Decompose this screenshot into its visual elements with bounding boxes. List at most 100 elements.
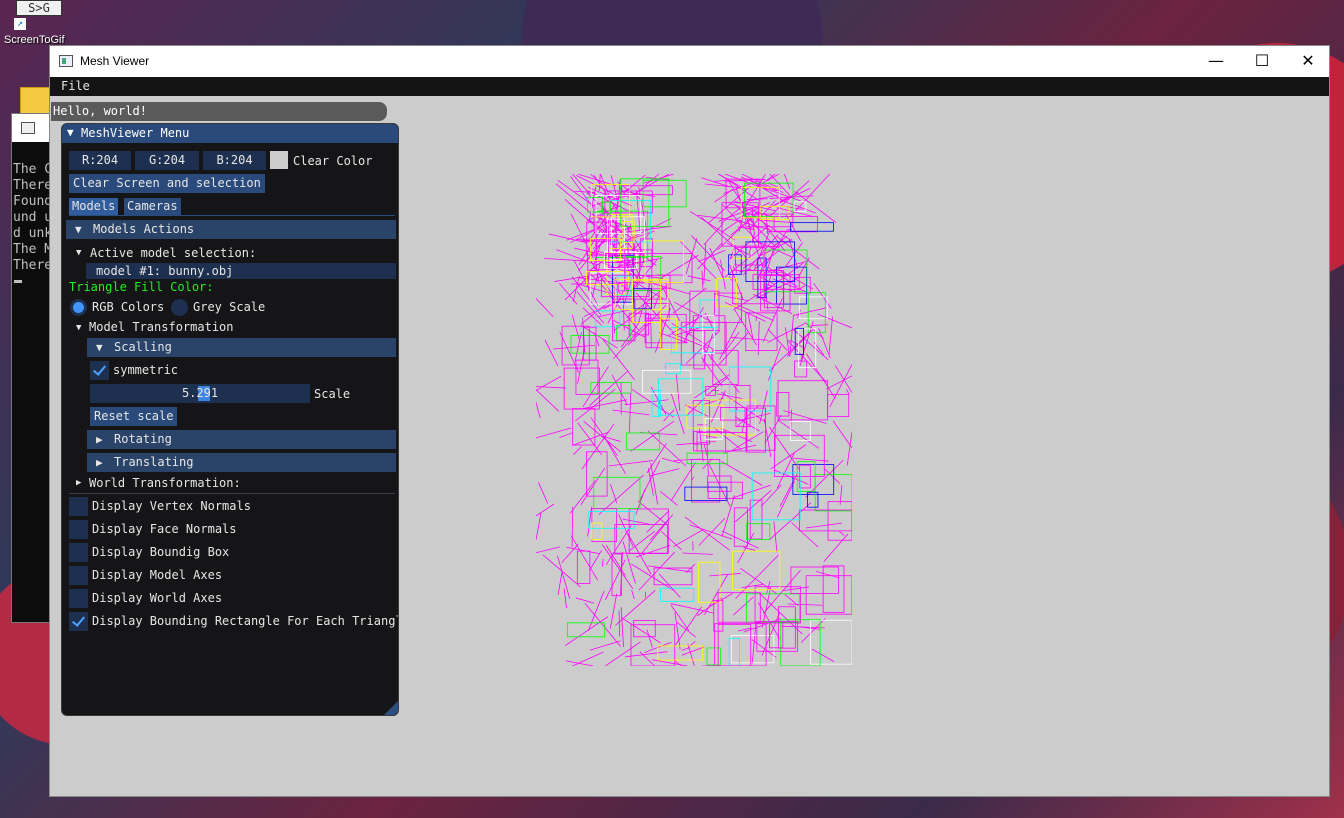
radio-grey-scale[interactable] [171,299,188,316]
mesh-edge [582,366,609,408]
face-normals-checkbox[interactable] [69,520,88,539]
clear-color-b-field[interactable]: B:204 [203,151,266,170]
close-button[interactable]: ✕ [1285,46,1331,77]
rotating-header[interactable]: ▶ Rotating [87,430,396,449]
screentogif-icon: S>G [16,0,62,16]
translating-header[interactable]: ▶ Translating [87,453,396,472]
grey-scale-label: Grey Scale [193,300,266,314]
triangle-bounding-rect [732,550,781,591]
screentogif-desktop-icon[interactable]: S>G ↗ ScreenToGif [4,0,66,48]
mesh-edge [609,593,618,629]
mesh-edge [828,316,833,356]
mesh-edge [817,313,852,329]
mesh-edge [565,616,609,646]
mesh-edge [721,495,735,537]
mesh-edge [698,517,726,546]
triangle-bounding-rect [805,575,852,615]
mesh-edge [768,345,782,381]
triangle-bounding-rect [822,565,845,613]
mesh-edge [774,469,809,485]
triangle-bounding-rect [790,222,834,232]
window-titlebar[interactable]: Mesh Viewer — ☐ ✕ [50,46,1329,77]
mesh-edge [602,339,635,381]
mesh-edge [701,270,704,291]
mesh-edge [650,519,669,541]
clear-color-r-field[interactable]: R:204 [69,151,131,170]
mesh-edge [580,324,618,349]
mesh-edge [691,476,695,481]
scaling-header[interactable]: ▼ Scalling [87,338,396,357]
mesh-edge [626,225,672,233]
mesh-edge [764,415,782,444]
meshviewer-menu-panel[interactable]: ▼ MeshViewer Menu R:204 G:204 B:204 Clea… [61,123,399,716]
resize-grip[interactable] [384,701,398,715]
radio-rgb-colors[interactable] [70,299,87,316]
triangle-bounding-rect [626,432,661,451]
scale-slider[interactable]: 5.291 [90,384,310,403]
world-transformation-label[interactable]: World Transformation: [89,476,241,490]
minimize-button[interactable]: — [1193,46,1239,77]
mesh-edge [639,460,661,502]
triangle-bounding-rect [776,392,790,417]
model-transformation-label[interactable]: Model Transformation [89,320,234,334]
folder-icon[interactable] [20,87,50,115]
triangle-bounding-rect [728,637,740,666]
mesh-edge [767,328,788,351]
mesh-viewer-window[interactable]: Mesh Viewer — ☐ ✕ File Hello, world! ▼ M… [49,45,1330,797]
model-axes-checkbox[interactable] [69,566,88,585]
triangle-bounding-rect [733,507,748,547]
triangle-bounding-rect [698,561,721,603]
bounding-rectangle-checkbox[interactable] [69,612,88,631]
mesh-edge [838,530,845,536]
collapse-arrow-icon[interactable]: ▼ [67,126,74,139]
world-axes-checkbox[interactable] [69,589,88,608]
hello-world-window-collapsed[interactable]: Hello, world! [51,102,387,121]
triangle-bounding-rect [773,216,818,233]
reset-scale-button[interactable]: Reset scale [90,407,178,426]
mesh-edge [670,393,685,435]
bounding-box-checkbox[interactable] [69,543,88,562]
symmetric-checkbox[interactable] [90,361,109,380]
mesh-edge [801,617,826,643]
models-actions-header[interactable]: ▼ Models Actions [66,220,396,239]
triangle-bounding-rect [705,386,716,396]
mesh-edge [681,646,705,656]
tree-expanded-arrow-icon[interactable]: ▼ [76,248,81,258]
mesh-edge [647,430,687,467]
tab-models[interactable]: Models [69,198,119,215]
console-window[interactable]: The C There Found und u d unk The M Ther… [11,113,51,623]
mesh-edge [733,308,757,346]
triangle-bounding-rect [570,335,610,354]
mesh-edge [557,555,571,599]
tree-expanded-arrow-icon[interactable]: ▼ [76,323,81,333]
mesh-edge [536,503,555,517]
menu-file[interactable]: File [61,79,90,93]
mesh-edge [601,558,604,567]
shortcut-arrow-icon: ↗ [14,18,26,30]
mesh-edge [604,559,626,600]
menu-panel-titlebar[interactable]: ▼ MeshViewer Menu [62,124,398,143]
mesh-edge [573,446,582,455]
mesh-edge [751,639,777,658]
vertex-normals-checkbox[interactable] [69,497,88,516]
console-output: The C There Found und u d unk The M Ther… [12,142,50,283]
active-model-combo[interactable]: model #1: bunny.obj [86,263,396,279]
mesh-edge [832,420,852,449]
mesh-edge [702,347,740,393]
mesh-edge [635,545,671,558]
console-line: The C [13,162,51,177]
clear-screen-button[interactable]: Clear Screen and selection [69,174,265,193]
mesh-edge [813,282,832,309]
tree-collapsed-arrow-icon[interactable]: ▶ [76,478,81,488]
mesh-render-canvas[interactable] [536,174,852,666]
mesh-edge [557,572,563,595]
mesh-edge [687,643,695,666]
triangle-bounding-rect [714,623,767,666]
maximize-button[interactable]: ☐ [1239,46,1285,77]
tab-cameras[interactable]: Cameras [124,198,181,215]
mesh-edge [687,275,711,282]
clear-color-g-field[interactable]: G:204 [135,151,199,170]
triangle-bounding-rect [776,266,807,305]
console-line: There [13,258,51,273]
clear-color-swatch[interactable] [270,151,288,169]
